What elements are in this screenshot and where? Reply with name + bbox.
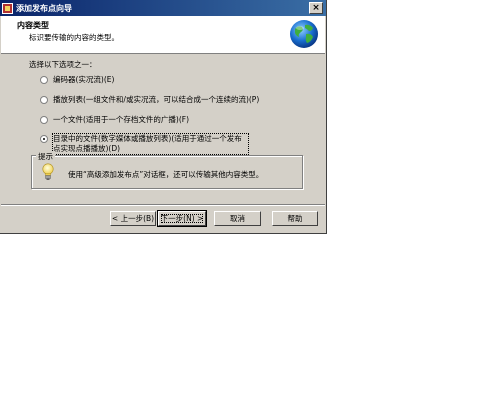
option-playlist[interactable]: 播放列表(一组文件和/或实况流，可以结合成一个连续的流)(P): [40, 95, 259, 105]
radio-button-selected[interactable]: [40, 135, 48, 143]
option-label: 播放列表(一组文件和/或实况流，可以结合成一个连续的流)(P): [53, 95, 260, 104]
option-encoder[interactable]: 编码器(实况流)(E): [40, 75, 114, 85]
option-single-file[interactable]: 一个文件(适用于一个存档文件的广播)(F): [40, 115, 189, 125]
radio-button[interactable]: [40, 96, 48, 104]
wizard-window: 添加发布点向导 × 内容类型 标识要传输的内容的类型。 选择以下选项之一： 编码…: [0, 0, 327, 234]
options-prompt: 选择以下选项之一：: [29, 60, 97, 69]
lightbulb-icon: [42, 163, 54, 180]
window-title: 添加发布点向导: [16, 3, 72, 13]
back-button[interactable]: < 上一步(B): [110, 211, 156, 226]
title-bar[interactable]: 添加发布点向导 ×: [0, 0, 326, 16]
radio-button[interactable]: [40, 116, 48, 124]
close-button[interactable]: ×: [309, 2, 323, 14]
option-label: 编码器(实况流)(E): [53, 75, 115, 84]
hint-group: 提示 使用“高级添加发布点”对话框，还可以传输其他内容类型。: [31, 151, 303, 189]
hint-text: 使用“高级添加发布点”对话框，还可以传输其他内容类型。: [68, 170, 264, 179]
next-button[interactable]: 下一步(N) >: [157, 210, 207, 227]
page-subtitle: 标识要传输的内容的类型。: [29, 33, 119, 42]
wizard-header: 内容类型 标识要传输的内容的类型。: [1, 16, 325, 54]
option-label: 一个文件(适用于一个存档文件的广播)(F): [53, 115, 190, 124]
hint-legend: 提示: [36, 151, 55, 162]
app-icon: [2, 2, 13, 14]
globe-icon: [290, 20, 318, 48]
page-title: 内容类型: [17, 21, 49, 30]
radio-button[interactable]: [40, 76, 48, 84]
option-directory-files[interactable]: 目录中的文件(数字媒体或播放列表)(适用于通过一个发布点实现点播播放)(D): [40, 133, 249, 155]
help-button[interactable]: 帮助: [272, 211, 318, 226]
button-separator: [1, 204, 325, 206]
wizard-body: 选择以下选项之一： 编码器(实况流)(E) 播放列表(一组文件和/或实况流，可以…: [1, 55, 325, 205]
cancel-button[interactable]: 取消: [214, 211, 261, 226]
option-label: 目录中的文件(数字媒体或播放列表)(适用于通过一个发布点实现点播播放)(D): [52, 133, 249, 155]
